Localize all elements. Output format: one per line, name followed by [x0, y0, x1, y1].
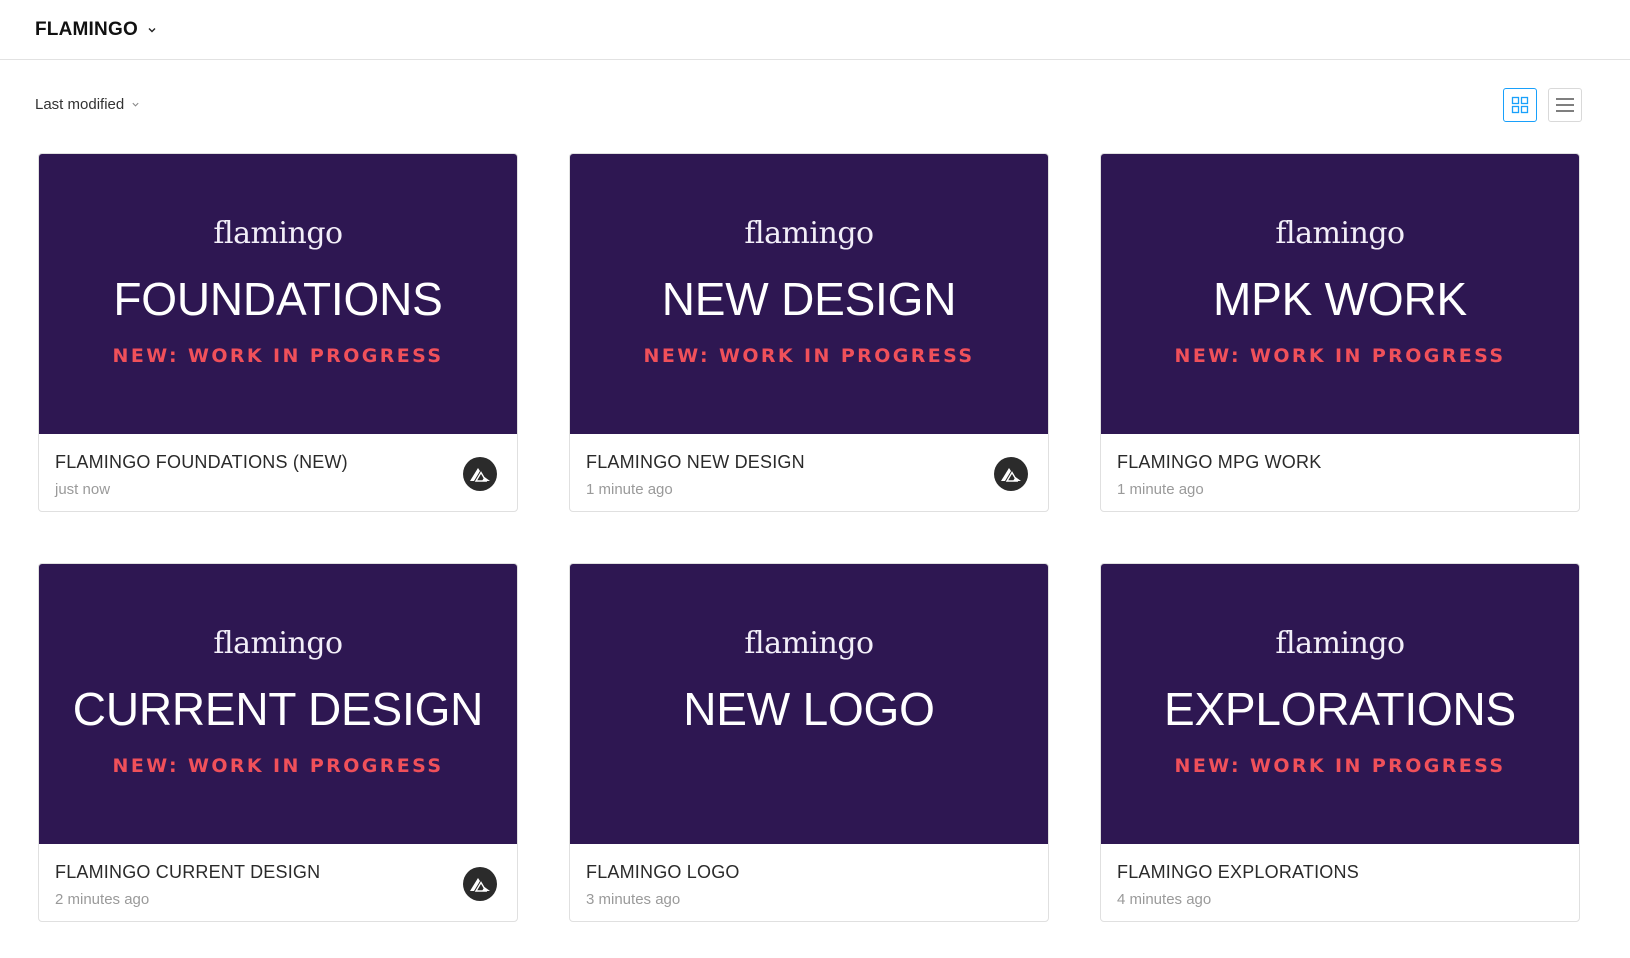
thumbnail-brand: flamingo	[1275, 216, 1405, 251]
file-meta: FLAMINGO FOUNDATIONS (NEW) just now	[39, 434, 517, 511]
file-grid: flamingo FOUNDATIONS NEW: WORK IN PROGRE…	[38, 153, 1580, 922]
thumbnail-heading: EXPLORATIONS	[1163, 683, 1517, 735]
list-icon	[1556, 98, 1574, 112]
thumbnail-brand: flamingo	[1275, 626, 1405, 661]
thumbnail-heading: NEW LOGO	[683, 683, 935, 735]
avatar	[463, 867, 497, 901]
file-modified: 1 minute ago	[1117, 481, 1204, 498]
file-meta: FLAMINGO NEW DESIGN 1 minute ago	[570, 434, 1048, 511]
sort-dropdown[interactable]: Last modified	[35, 96, 140, 113]
file-meta: FLAMINGO MPG WORK 1 minute ago	[1101, 434, 1579, 511]
file-card[interactable]: flamingo MPK WORK NEW: WORK IN PROGRESS …	[1100, 153, 1580, 512]
file-card[interactable]: flamingo NEW LOGO FLAMINGO LOGO 3 minute…	[569, 563, 1049, 922]
file-thumbnail: flamingo FOUNDATIONS NEW: WORK IN PROGRE…	[39, 154, 517, 434]
file-name: FLAMINGO NEW DESIGN	[586, 452, 805, 472]
file-thumbnail: flamingo CURRENT DESIGN NEW: WORK IN PRO…	[39, 564, 517, 844]
thumbnail-heading: MPK WORK	[1213, 273, 1467, 325]
file-thumbnail: flamingo MPK WORK NEW: WORK IN PROGRESS	[1101, 154, 1579, 434]
chevron-down-icon	[148, 27, 156, 32]
file-modified: 2 minutes ago	[55, 891, 150, 908]
file-meta: FLAMINGO EXPLORATIONS 4 minutes ago	[1101, 844, 1579, 921]
thumbnail-tag: NEW: WORK IN PROGRESS	[112, 345, 444, 367]
file-modified: 3 minutes ago	[586, 891, 681, 908]
grid-view-button[interactable]	[1503, 88, 1537, 122]
file-modified: just now	[55, 481, 111, 498]
mountain-logo-icon	[470, 468, 490, 482]
thumbnail-tag: NEW: WORK IN PROGRESS	[1174, 755, 1506, 777]
project-switcher[interactable]: FLAMINGO	[35, 19, 157, 41]
thumbnail-heading: CURRENT DESIGN	[72, 683, 484, 735]
thumbnail-tag: NEW: WORK IN PROGRESS	[1174, 345, 1506, 367]
mountain-logo-icon	[1001, 468, 1021, 482]
file-meta: FLAMINGO LOGO 3 minutes ago	[570, 844, 1048, 921]
thumbnail-tag: NEW: WORK IN PROGRESS	[643, 345, 975, 367]
file-card[interactable]: flamingo CURRENT DESIGN NEW: WORK IN PRO…	[38, 563, 518, 922]
thumbnail-brand: flamingo	[744, 626, 874, 661]
grid-icon	[1511, 96, 1529, 114]
thumbnail-brand: flamingo	[213, 216, 343, 251]
toolbar: Last modified	[0, 60, 1630, 152]
file-modified: 4 minutes ago	[1117, 891, 1212, 908]
file-thumbnail: flamingo NEW LOGO	[570, 564, 1048, 844]
avatar	[994, 457, 1028, 491]
file-thumbnail: flamingo EXPLORATIONS NEW: WORK IN PROGR…	[1101, 564, 1579, 844]
file-card[interactable]: flamingo EXPLORATIONS NEW: WORK IN PROGR…	[1100, 563, 1580, 922]
thumbnail-heading: NEW DESIGN	[661, 273, 957, 325]
file-name: FLAMINGO LOGO	[586, 862, 740, 882]
file-meta: FLAMINGO CURRENT DESIGN 2 minutes ago	[39, 844, 517, 921]
thumbnail-heading: FOUNDATIONS	[113, 273, 443, 325]
thumbnail-brand: flamingo	[213, 626, 343, 661]
file-modified: 1 minute ago	[586, 481, 673, 498]
file-card[interactable]: flamingo NEW DESIGN NEW: WORK IN PROGRES…	[569, 153, 1049, 512]
list-view-button[interactable]	[1548, 88, 1582, 122]
file-name: FLAMINGO FOUNDATIONS (NEW)	[55, 452, 348, 472]
mountain-logo-icon	[470, 878, 490, 892]
avatar	[463, 457, 497, 491]
project-name: FLAMINGO	[35, 18, 138, 40]
file-name: FLAMINGO EXPLORATIONS	[1117, 862, 1359, 882]
file-name: FLAMINGO CURRENT DESIGN	[55, 862, 321, 882]
file-name: FLAMINGO MPG WORK	[1117, 452, 1322, 472]
chevron-down-icon	[132, 102, 139, 107]
sort-label: Last modified	[35, 96, 125, 113]
top-bar: FLAMINGO	[0, 0, 1630, 60]
file-thumbnail: flamingo NEW DESIGN NEW: WORK IN PROGRES…	[570, 154, 1048, 434]
thumbnail-tag: NEW: WORK IN PROGRESS	[112, 755, 444, 777]
thumbnail-brand: flamingo	[744, 216, 874, 251]
file-card[interactable]: flamingo FOUNDATIONS NEW: WORK IN PROGRE…	[38, 153, 518, 512]
